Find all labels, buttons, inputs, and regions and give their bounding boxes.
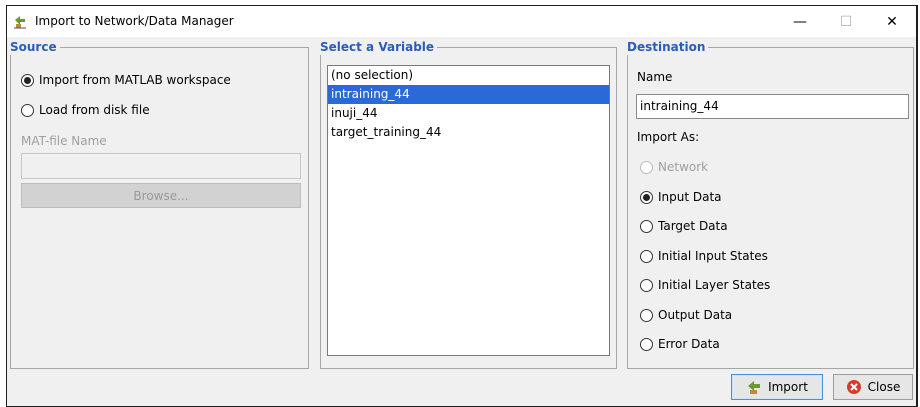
radio-error-data[interactable]: Error Data bbox=[640, 337, 720, 351]
browse-label: Browse... bbox=[133, 188, 189, 203]
maximize-button[interactable]: ☐ bbox=[823, 6, 869, 37]
radio-label: Target Data bbox=[658, 219, 728, 233]
import-dialog: Import to Network/Data Manager — ☐ ✕ Sou… bbox=[6, 5, 918, 407]
variable-group: Select a Variable (no selection) intrain… bbox=[320, 40, 617, 369]
radio-load-disk-file[interactable]: Load from disk file bbox=[21, 103, 150, 117]
minimize-button[interactable]: — bbox=[777, 6, 823, 37]
radio-input-data[interactable]: Input Data bbox=[640, 190, 722, 204]
import-button[interactable]: Import bbox=[731, 374, 823, 400]
import-icon bbox=[748, 381, 761, 394]
variable-listbox[interactable]: (no selection) intraining_44 inuji_44 ta… bbox=[327, 65, 610, 356]
radio-icon-checked[interactable] bbox=[640, 190, 653, 204]
radio-icon[interactable] bbox=[640, 160, 653, 174]
mat-file-input[interactable] bbox=[21, 153, 301, 179]
radio-label: Network bbox=[658, 160, 709, 174]
import-label: Import bbox=[768, 380, 808, 394]
list-item[interactable]: (no selection) bbox=[328, 66, 609, 85]
radio-target-data[interactable]: Target Data bbox=[640, 219, 728, 233]
radio-label: Error Data bbox=[658, 337, 720, 351]
name-label: Name bbox=[637, 70, 673, 84]
variable-title: Select a Variable bbox=[320, 40, 438, 55]
destination-group: Destination Name intraining_44 Import As… bbox=[627, 40, 914, 369]
matlab-import-icon bbox=[14, 16, 26, 29]
window-close-button[interactable]: ✕ bbox=[869, 6, 915, 37]
radio-icon[interactable] bbox=[640, 337, 653, 351]
import-as-label: Import As: bbox=[637, 130, 700, 144]
close-icon: ✕ bbox=[886, 13, 898, 30]
radio-icon[interactable] bbox=[640, 278, 653, 292]
name-input[interactable]: intraining_44 bbox=[636, 94, 909, 119]
radio-label: Output Data bbox=[658, 308, 733, 322]
radio-import-workspace[interactable]: Import from MATLAB workspace bbox=[21, 73, 231, 87]
radio-initial-input-states[interactable]: Initial Input States bbox=[640, 249, 768, 263]
radio-label: Input Data bbox=[658, 190, 722, 204]
radio-icon[interactable] bbox=[21, 103, 34, 117]
radio-network[interactable]: Network bbox=[640, 160, 708, 174]
destination-title: Destination bbox=[627, 40, 709, 55]
radio-label: Load from disk file bbox=[39, 103, 150, 117]
list-item[interactable]: target_training_44 bbox=[328, 123, 609, 142]
close-label: Close bbox=[867, 380, 901, 394]
radio-label: Import from MATLAB workspace bbox=[39, 73, 231, 87]
mat-file-label: MAT-file Name bbox=[21, 134, 107, 148]
radio-icon-checked[interactable] bbox=[21, 73, 34, 87]
radio-label: Initial Layer States bbox=[658, 278, 771, 292]
source-group: Source Import from MATLAB workspace Load… bbox=[10, 40, 309, 369]
radio-icon[interactable] bbox=[640, 219, 653, 233]
radio-icon[interactable] bbox=[640, 249, 653, 263]
radio-label: Initial Input States bbox=[658, 249, 768, 263]
list-item[interactable]: inuji_44 bbox=[328, 104, 609, 123]
radio-icon[interactable] bbox=[640, 308, 653, 322]
browse-button[interactable]: Browse... bbox=[21, 183, 301, 208]
close-circle-icon bbox=[846, 380, 861, 394]
title-bar[interactable]: Import to Network/Data Manager — ☐ ✕ bbox=[7, 6, 916, 37]
maximize-icon: ☐ bbox=[839, 13, 853, 30]
window-title: Import to Network/Data Manager bbox=[35, 14, 234, 28]
minimize-icon: — bbox=[793, 13, 807, 30]
radio-output-data[interactable]: Output Data bbox=[640, 308, 732, 322]
radio-initial-layer-states[interactable]: Initial Layer States bbox=[640, 278, 770, 292]
close-button[interactable]: Close bbox=[833, 374, 913, 400]
source-title: Source bbox=[10, 40, 60, 55]
list-item-selected[interactable]: intraining_44 bbox=[328, 85, 609, 104]
